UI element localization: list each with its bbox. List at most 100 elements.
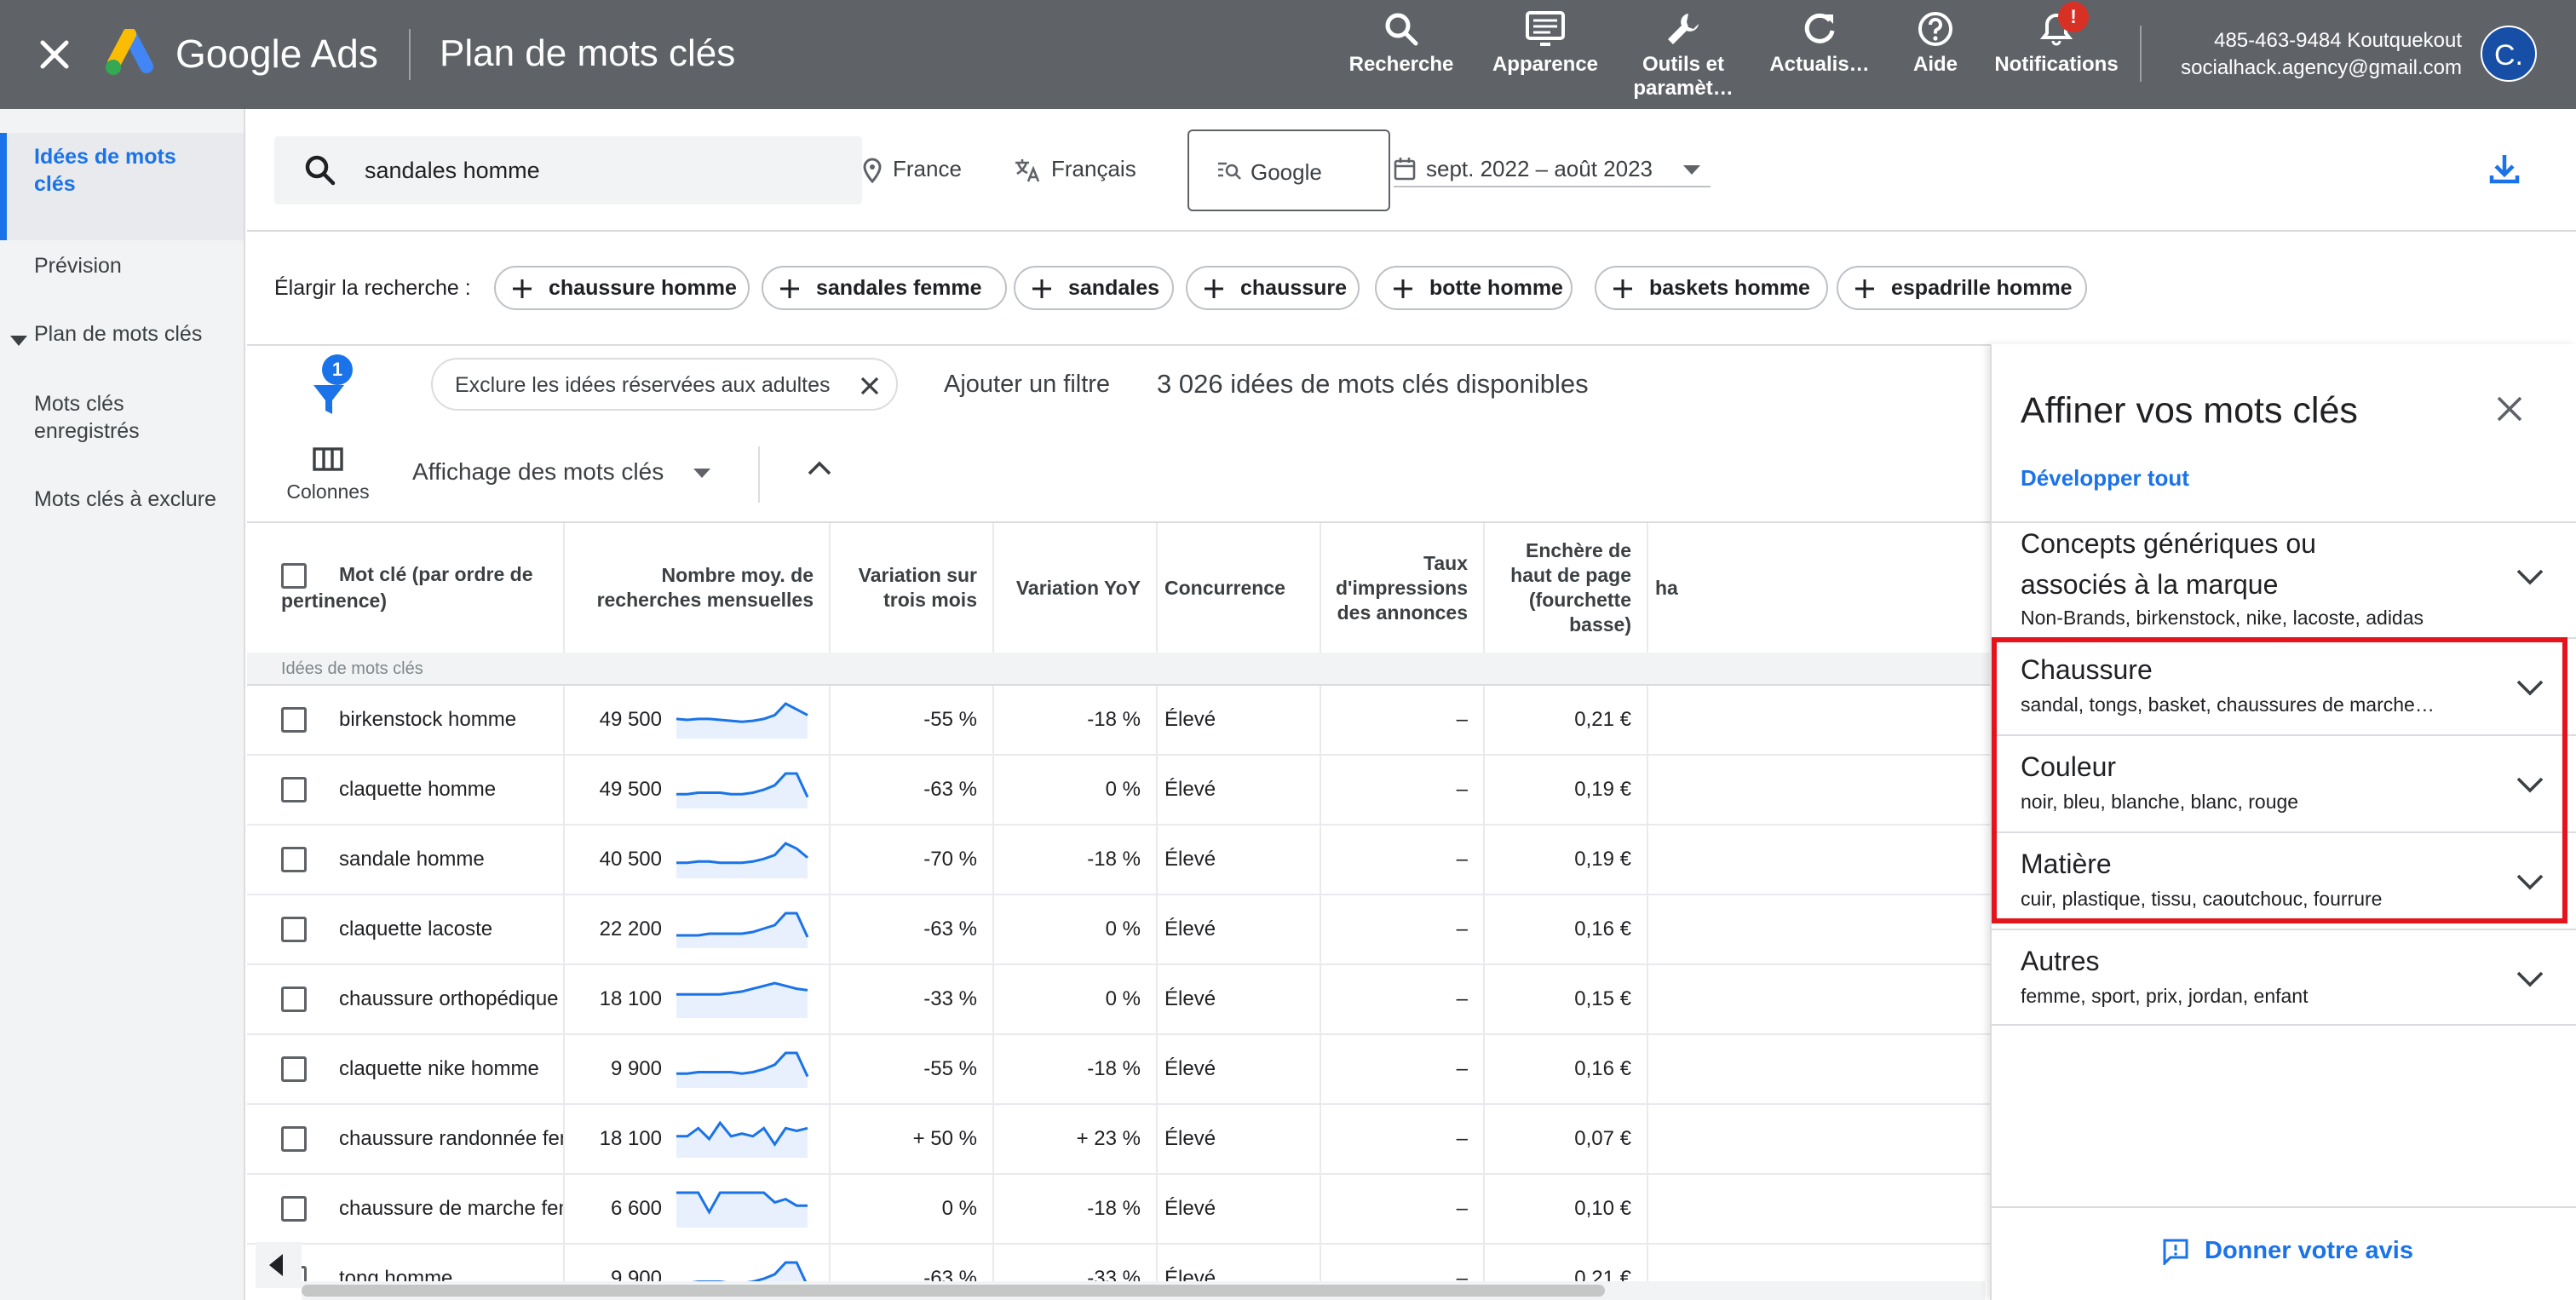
keyword-text: chaussure randonnée femme [339, 1126, 562, 1150]
keyword-table: Mot clé (par ordre de pertinence) Nombre… [247, 521, 1990, 1285]
date-range-selector[interactable]: sept. 2022 – août 2023 [1394, 153, 1711, 187]
competition-cell: Élevé [1157, 1104, 1321, 1175]
search-input[interactable]: sandales homme [365, 155, 540, 186]
table-row[interactable]: birkenstock homme 49 500 -55 % -18 % Élevé –0… [247, 685, 1990, 756]
header-bid-high[interactable]: ha [1647, 523, 1990, 653]
columns-button[interactable]: Colonnes [281, 446, 375, 504]
header-impression-share[interactable]: Taux d'impressions des annonces [1320, 523, 1485, 653]
download-icon[interactable] [2487, 152, 2521, 186]
row-checkbox[interactable] [281, 1056, 307, 1083]
network-selector[interactable]: Google [1187, 129, 1390, 211]
sidebar-item-saved-keywords[interactable]: Mots clés enregistrés [34, 390, 221, 445]
volume-cell: 18 100 [564, 1104, 831, 1175]
table-row[interactable]: chaussure orthopédique femme18 100-33 %0… [247, 964, 1990, 1035]
keyword-cell: sandale homme [247, 825, 565, 895]
sidebar-item-keyword-plan[interactable]: Plan de mots clés [34, 320, 221, 348]
broaden-chip[interactable]: chaussure [1186, 266, 1360, 310]
location-selector[interactable]: France [862, 150, 962, 187]
language-selector[interactable]: Français [1014, 150, 1136, 187]
table-row[interactable]: sandale homme 40 500 -70 % -18 % Élevé –0,19 … [247, 825, 1990, 895]
account-info[interactable]: 485-463-9484 Koutquekout socialhack.agen… [2155, 27, 2462, 82]
scrollbar-thumb[interactable] [302, 1285, 1605, 1297]
chevron-up-icon[interactable] [806, 458, 833, 479]
select-all-checkbox[interactable] [281, 562, 307, 589]
volume-value: 6 600 [610, 1197, 662, 1220]
feedback-button[interactable]: Donner votre avis [2162, 1235, 2413, 1267]
plus-icon [1394, 279, 1412, 298]
broaden-search-row: Élargir la recherche : chaussure homme s… [247, 230, 2576, 344]
bid-high-cell [1647, 825, 1990, 895]
sidebar-item-forecast[interactable]: Prévision [34, 252, 221, 279]
three-month-cell: 0 % [830, 1174, 994, 1245]
row-checkbox[interactable] [281, 987, 307, 1013]
broaden-chip[interactable]: baskets homme [1595, 266, 1828, 310]
table-row[interactable]: chaussure randonnée femme 18 100 + 50 %+ 2… [247, 1104, 1990, 1175]
table-row[interactable]: chaussure de marche femme 6 600 0 %-18 %Él… [247, 1174, 1990, 1245]
nav-notifications[interactable]: ! Notifications [1988, 2, 2125, 109]
trend-sparkline [676, 981, 808, 1018]
table-row[interactable]: tong homme 9 900 -63 % -33 % Élevé –0,21 € [247, 1244, 1990, 1285]
row-checkbox[interactable] [281, 707, 307, 733]
refine-item-subtitle: femme, sport, prix, jordan, enfant [2021, 985, 2309, 1007]
close-icon[interactable] [859, 375, 881, 397]
broaden-chip[interactable]: chaussure homme [494, 266, 750, 310]
expand-all-link[interactable]: Développer tout [2021, 463, 2189, 492]
refine-item-brands[interactable]: Concepts génériques ou associés à la mar… [1992, 521, 2576, 637]
broaden-chip[interactable]: botte homme [1375, 266, 1573, 310]
volume-value: 49 500 [599, 708, 662, 731]
header-yoy[interactable]: Variation YoY [993, 523, 1158, 653]
plus-icon [513, 279, 532, 298]
top-header: Google Ads Plan de mots clés Recherche A… [0, 0, 2576, 109]
bid-high-cell [1647, 1174, 1990, 1245]
trend-sparkline [676, 1191, 808, 1228]
scroll-left-button[interactable] [256, 1242, 302, 1288]
header-volume[interactable]: Nombre moy. de recherches mensuelles [564, 523, 831, 653]
row-checkbox[interactable] [281, 1196, 307, 1222]
header-three-month[interactable]: Variation sur trois mois [830, 523, 994, 653]
refine-item-other[interactable]: Autres femme, sport, prix, jordan, enfan… [1992, 929, 2576, 1026]
horizontal-scrollbar[interactable] [302, 1281, 1985, 1300]
avatar[interactable]: C. [2481, 26, 2537, 82]
table-row[interactable]: claquette homme 49 500 -63 % 0 % Élevé –0,19 … [247, 755, 1990, 825]
nav-appearance[interactable]: Apparence [1486, 10, 1605, 109]
broaden-chip-label: chaussure [1240, 276, 1348, 300]
broaden-chip[interactable]: sandales [1014, 266, 1174, 310]
nav-help[interactable]: Aide [1901, 10, 1969, 109]
row-checkbox[interactable] [281, 777, 307, 803]
view-selector[interactable]: Affichage des mots clés [412, 457, 664, 487]
three-month-cell: -55 % [830, 1034, 994, 1105]
network-label: Google [1251, 159, 1322, 185]
keyword-cell: claquette lacoste [247, 894, 565, 965]
keyword-cell: chaussure randonnée femme [247, 1104, 565, 1175]
sidebar-item-keyword-ideas[interactable]: Idées de mots clés [34, 143, 221, 198]
row-checkbox[interactable] [281, 917, 307, 943]
row-checkbox[interactable] [281, 1126, 307, 1153]
broaden-chip[interactable]: sandales femme [762, 266, 1007, 310]
nav-search[interactable]: Recherche [1344, 10, 1458, 109]
bid-high-cell [1647, 685, 1990, 756]
table-row[interactable]: claquette lacoste 22 200 -63 % 0 % Élevé –0,1… [247, 894, 1990, 965]
ideas-count: 3 026 idées de mots clés disponibles [1157, 369, 1589, 399]
nav-tools[interactable]: Outils et paramèt… [1625, 10, 1741, 109]
table-row[interactable]: claquette nike homme 9 900 -55 % -18 % Élevé… [247, 1034, 1990, 1105]
nav-help-label: Aide [1912, 53, 1958, 76]
close-icon[interactable] [34, 34, 75, 75]
exclude-adult-chip[interactable]: Exclure les idées réservées aux adultes [431, 358, 898, 411]
keyword-search-box[interactable]: sandales homme [274, 136, 862, 204]
header-bid-low[interactable]: Enchère de haut de page (fourchette bass… [1484, 523, 1648, 653]
yoy-cell: -18 % [993, 1174, 1158, 1245]
broaden-chip-label: botte homme [1429, 276, 1563, 300]
three-month-cell: -55 % [830, 685, 994, 756]
close-icon[interactable] [2494, 394, 2525, 424]
nav-refresh[interactable]: Actualis… [1768, 10, 1871, 109]
brand-name: Google Ads [175, 32, 378, 76]
sidebar-item-negative-keywords[interactable]: Mots clés à exclure [34, 486, 221, 513]
add-filter-button[interactable]: Ajouter un filtre [944, 368, 1110, 400]
row-checkbox[interactable] [281, 847, 307, 873]
page-title: Plan de mots clés [440, 32, 736, 74]
header-competition[interactable]: Concurrence [1157, 523, 1321, 653]
yoy-cell: -18 % [993, 685, 1158, 756]
header-keyword[interactable]: Mot clé (par ordre de pertinence) [247, 523, 565, 653]
bid-low-cell: 0,15 € [1484, 964, 1648, 1035]
broaden-chip[interactable]: espadrille homme [1837, 266, 2087, 310]
